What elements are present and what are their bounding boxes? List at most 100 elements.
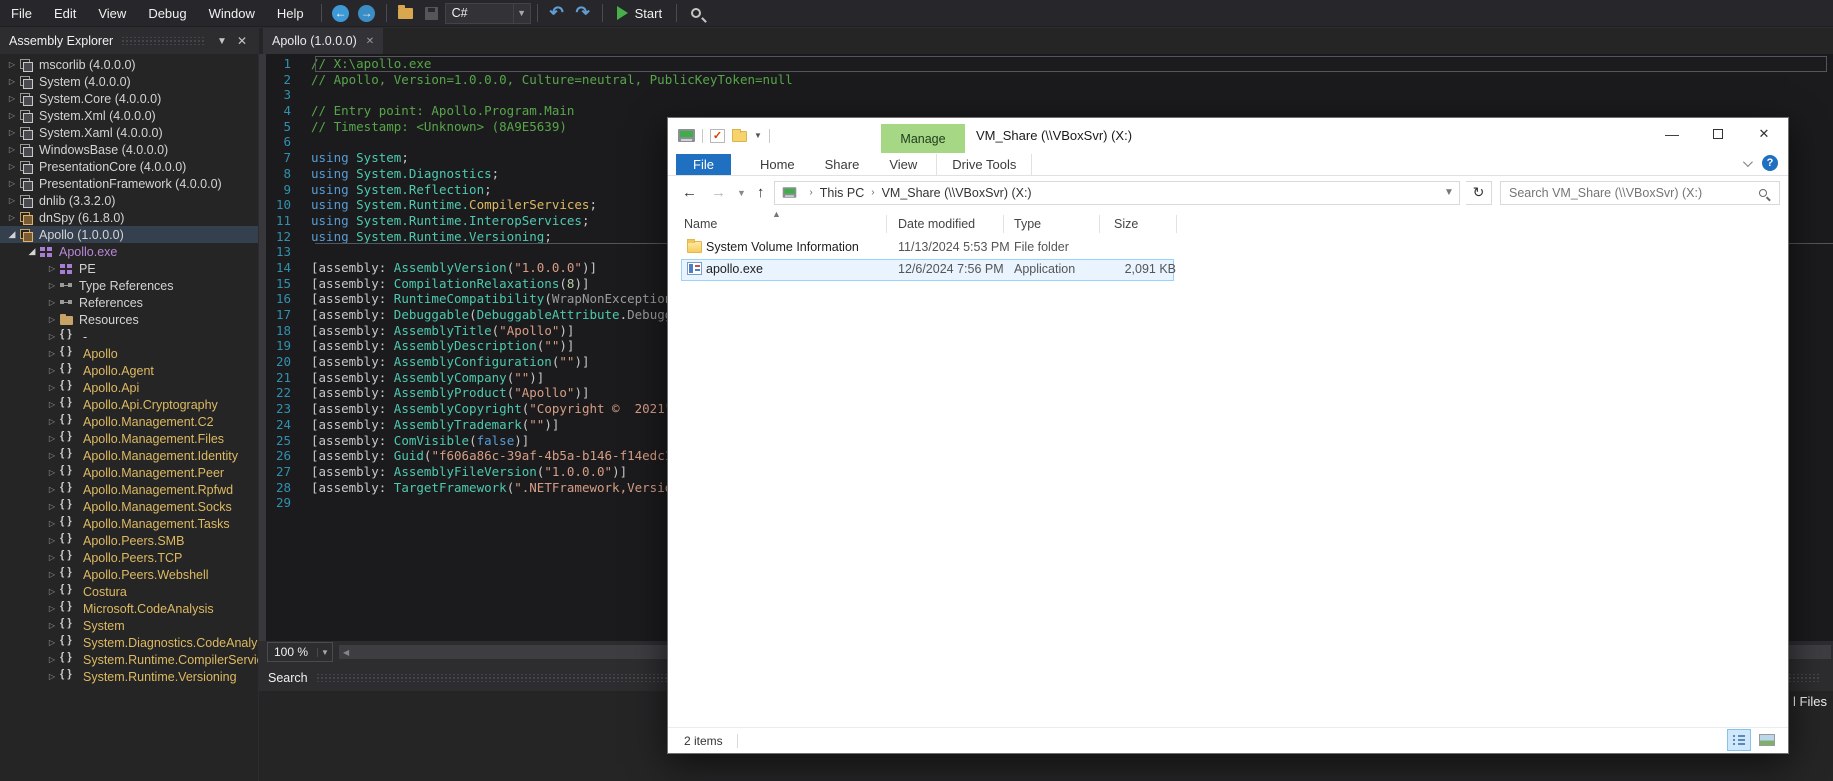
expand-icon[interactable]: ▷ xyxy=(46,281,58,290)
tree-item-windowsbase-4.0.0.0-[interactable]: ▷ WindowsBase (4.0.0.0) xyxy=(0,141,258,158)
file-row-system-volume-information[interactable]: System Volume Information 11/13/2024 5:53… xyxy=(668,237,1788,259)
column-separator[interactable] xyxy=(1099,215,1100,233)
expand-icon[interactable]: ▷ xyxy=(46,519,58,528)
tab-home[interactable]: Home xyxy=(745,154,810,175)
expand-icon[interactable]: ▷ xyxy=(46,553,58,562)
search-input[interactable] xyxy=(1501,185,1759,200)
tree-item-apollo.peers.tcp[interactable]: ▷ Apollo.Peers.TCP xyxy=(0,549,258,566)
menu-edit[interactable]: Edit xyxy=(43,0,87,27)
tree-item-apollo.management.c2[interactable]: ▷ Apollo.Management.C2 xyxy=(0,413,258,430)
language-combobox[interactable]: C# ▼ xyxy=(444,2,531,24)
expand-icon[interactable]: ▷ xyxy=(6,111,18,120)
explorer-search-box[interactable] xyxy=(1500,180,1780,205)
expand-icon[interactable]: ▷ xyxy=(46,621,58,630)
tree-item-presentationframework-4.0.0.0-[interactable]: ▷ PresentationFramework (4.0.0.0) xyxy=(0,175,258,192)
column-type[interactable]: Type xyxy=(1014,217,1041,231)
column-separator[interactable] xyxy=(1003,215,1004,233)
file-row-apollo.exe[interactable]: apollo.exe 12/6/2024 7:56 PM Application 2,… xyxy=(668,259,1788,281)
tree-item-system[interactable]: ▷ System xyxy=(0,617,258,634)
expand-icon[interactable]: ▷ xyxy=(46,349,58,358)
help-button[interactable]: ? xyxy=(1762,155,1778,171)
new-folder-icon[interactable] xyxy=(732,129,747,142)
expand-icon[interactable]: ▷ xyxy=(46,672,58,681)
tree-item-system.runtime.versioning[interactable]: ▷ System.Runtime.Versioning xyxy=(0,668,258,685)
explorer-titlebar[interactable]: ✓ ▼ Manage VM_Share (\\VBoxSvr) (X:) — ✕ xyxy=(668,118,1788,153)
tree-item-apollo.peers.webshell[interactable]: ▷ Apollo.Peers.Webshell xyxy=(0,566,258,583)
address-bar[interactable]: › This PC › VM_Share (\\VBoxSvr) (X:) ▼ xyxy=(774,180,1460,205)
tab-view[interactable]: View xyxy=(874,154,932,175)
expand-icon[interactable]: ▷ xyxy=(46,587,58,596)
undo-button[interactable]: ↶ xyxy=(544,1,570,25)
expand-icon[interactable]: ▷ xyxy=(46,400,58,409)
expand-icon[interactable]: ▷ xyxy=(46,383,58,392)
tree-item-apollo-1.0.0.0-[interactable]: ◢ Apollo (1.0.0.0) xyxy=(0,226,258,243)
expand-icon[interactable]: ▷ xyxy=(6,77,18,86)
tree-item-system-4.0.0.0-[interactable]: ▷ System (4.0.0.0) xyxy=(0,73,258,90)
close-button[interactable]: ✕ xyxy=(1748,122,1780,146)
expand-icon[interactable]: ▷ xyxy=(46,604,58,613)
tree-item-references[interactable]: ▷ References xyxy=(0,294,258,311)
tree-item-apollo.management.peer[interactable]: ▷ Apollo.Management.Peer xyxy=(0,464,258,481)
tree-item-dnlib-3.3.2.0-[interactable]: ▷ dnlib (3.3.2.0) xyxy=(0,192,258,209)
redo-button[interactable]: ↷ xyxy=(570,1,596,25)
tree-item-resources[interactable]: ▷ Resources xyxy=(0,311,258,328)
tab-apollo[interactable]: Apollo (1.0.0.0) ✕ xyxy=(263,28,384,54)
expand-icon[interactable]: ▷ xyxy=(6,128,18,137)
panel-menu-button[interactable]: ▼ xyxy=(212,36,232,47)
tree-item--[interactable]: ▷- xyxy=(0,328,258,345)
column-size[interactable]: Size xyxy=(1114,217,1138,231)
nav-forward-button[interactable]: → xyxy=(707,184,730,201)
expand-icon[interactable]: ▷ xyxy=(6,213,18,222)
tab-close-icon[interactable]: ✕ xyxy=(366,36,374,47)
expand-icon[interactable]: ▷ xyxy=(46,315,58,324)
expand-icon[interactable]: ▷ xyxy=(46,298,58,307)
tree-item-system.core-4.0.0.0-[interactable]: ▷ System.Core (4.0.0.0) xyxy=(0,90,258,107)
tree-item-system.xml-4.0.0.0-[interactable]: ▷ System.Xml (4.0.0.0) xyxy=(0,107,258,124)
expand-icon[interactable]: ▷ xyxy=(6,60,18,69)
tree-item-pe[interactable]: ▷ PE xyxy=(0,260,258,277)
expand-icon[interactable]: ▷ xyxy=(46,468,58,477)
ribbon-expand-chevron-icon[interactable] xyxy=(1742,156,1753,167)
tree-item-apollo.agent[interactable]: ▷ Apollo.Agent xyxy=(0,362,258,379)
expand-icon[interactable]: ▷ xyxy=(46,502,58,511)
nav-history-chevron-icon[interactable]: ▼ xyxy=(736,188,747,198)
expand-icon[interactable]: ▷ xyxy=(46,655,58,664)
expand-icon[interactable]: ▷ xyxy=(46,638,58,647)
all-files-combobox-cutoff[interactable]: l Files xyxy=(1793,694,1827,709)
expand-icon[interactable]: ▷ xyxy=(46,434,58,443)
expand-icon[interactable]: ▷ xyxy=(6,162,18,171)
expand-icon[interactable]: ▷ xyxy=(46,536,58,545)
search-assemblies-button[interactable] xyxy=(683,1,709,25)
expand-icon[interactable]: ▷ xyxy=(6,94,18,103)
menu-window[interactable]: Window xyxy=(198,0,266,27)
save-button[interactable] xyxy=(419,1,445,25)
menu-help[interactable]: Help xyxy=(266,0,315,27)
menu-file[interactable]: File xyxy=(0,0,43,27)
expand-icon[interactable]: ▷ xyxy=(46,264,58,273)
tree-item-costura[interactable]: ▷ Costura xyxy=(0,583,258,600)
scroll-left-icon[interactable]: ◀ xyxy=(339,648,349,657)
tree-item-apollo.management.identity[interactable]: ▷ Apollo.Management.Identity xyxy=(0,447,258,464)
expand-icon[interactable]: ▷ xyxy=(46,570,58,579)
column-date-modified[interactable]: Date modified xyxy=(898,217,975,231)
expand-icon[interactable]: ▷ xyxy=(46,366,58,375)
tree-item-system.diagnostics.codeanalysi[interactable]: ▷ System.Diagnostics.CodeAnalysi xyxy=(0,634,258,651)
thumbnail-view-button[interactable] xyxy=(1756,730,1778,750)
collapse-icon[interactable]: ◢ xyxy=(6,229,18,240)
expand-icon[interactable]: ▷ xyxy=(6,179,18,188)
tree-item-apollo[interactable]: ▷ Apollo xyxy=(0,345,258,362)
column-separator[interactable] xyxy=(1176,215,1177,233)
tree-item-apollo.management.socks[interactable]: ▷ Apollo.Management.Socks xyxy=(0,498,258,515)
manage-contextual-tab[interactable]: Manage xyxy=(881,124,965,153)
forward-button[interactable]: → xyxy=(354,1,380,25)
tree-item-apollo.management.rpfwd[interactable]: ▷ Apollo.Management.Rpfwd xyxy=(0,481,258,498)
tab-file[interactable]: File xyxy=(676,154,731,175)
tab-share[interactable]: Share xyxy=(810,154,875,175)
tree-item-apollo.peers.smb[interactable]: ▷ Apollo.Peers.SMB xyxy=(0,532,258,549)
tree-item-apollo.exe[interactable]: ◢ Apollo.exe xyxy=(0,243,258,260)
expand-icon[interactable]: ▷ xyxy=(46,485,58,494)
menu-debug[interactable]: Debug xyxy=(137,0,197,27)
tree-item-system.runtime.compilerservic[interactable]: ▷ System.Runtime.CompilerServic xyxy=(0,651,258,668)
minimize-button[interactable]: — xyxy=(1656,122,1688,146)
nav-up-button[interactable]: ↑ xyxy=(753,184,769,201)
